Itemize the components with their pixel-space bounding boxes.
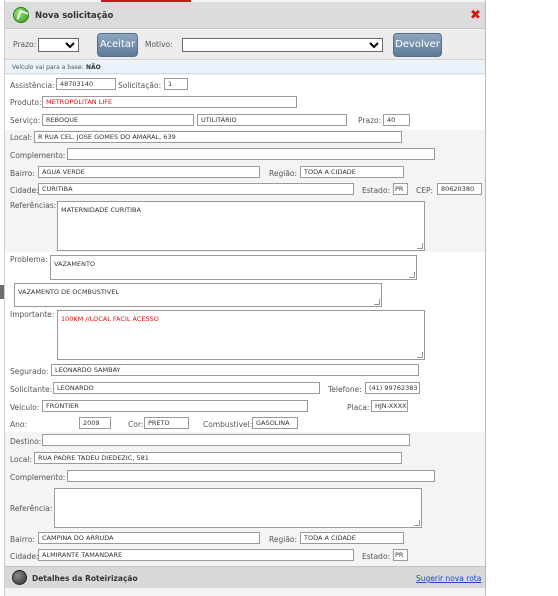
solicitacao-label: Solicitação: [118,81,162,90]
combustivel-field[interactable]: GASOLINA [252,417,298,429]
ano-label: Ano: [10,420,27,429]
toolbar: Prazo: Aceitar Motivo: Devolver [5,30,485,60]
solicitante-label: Solicitante: [10,385,53,394]
destino-referencia-label: Referência: [10,504,53,513]
destino-estado-label: Estado: [362,552,391,561]
regiao-label: Região: [269,169,298,178]
referencias-textarea[interactable]: MATERNIDADE CURITIBA [57,201,425,251]
prazo-select[interactable] [38,38,79,52]
destino-field[interactable] [42,434,410,446]
prazo-field-label: Prazo: [358,116,382,125]
segurado-field[interactable]: LEONARDO SAMBAY [51,364,419,376]
destino-complemento-field[interactable] [67,470,435,482]
globe-icon [13,7,29,23]
destino-referencia-textarea[interactable] [54,488,422,528]
destino-estado-field[interactable]: PR [393,549,408,561]
complemento-field[interactable] [67,148,435,160]
produto-label: Produto: [10,98,42,107]
destino-bairro-label: Bairro: [10,535,35,544]
globe-icon [12,570,27,585]
placa-label: Placa: [347,403,370,412]
routing-details-header: Detalhes da Roteirização Sugerir nova ro… [5,566,485,588]
routing-details-title: Detalhes da Roteirização [32,574,138,583]
bairro-label: Bairro: [10,169,35,178]
estado-field[interactable]: PR [393,183,408,195]
dialog-titlebar: Nova solicitação ✖ [5,2,485,29]
destino-regiao-field[interactable]: TODA A CIDADE [300,532,404,544]
cidade-label: Cidade: [10,186,39,195]
cep-field[interactable]: 80620380 [437,183,482,195]
combustivel-label: Combustível: [203,420,253,429]
destino-local-field[interactable]: RUA PADRE TADEU DIEDEZIC, 581 [34,452,402,464]
motivo-select[interactable] [182,38,383,52]
motivo-label: Motivo: [145,40,173,49]
referencias-label: Referências: [10,201,57,210]
problema-label: Problema: [10,255,48,264]
vehicle-base-value: NÃO [86,64,101,71]
cep-label: CEP: [416,186,434,195]
accept-button[interactable]: Aceitar [97,33,138,57]
problema-textarea[interactable]: VAZAMENTO [50,255,417,280]
return-button[interactable]: Devolver [393,33,442,57]
servico-label: Serviço: [10,116,41,125]
assistencia-label: Assistência: [10,81,55,90]
destino-cidade-field[interactable]: ALMIRANTE TAMANDARE [38,549,354,561]
destino-label: Destino: [10,437,42,446]
veiculo-field[interactable]: FRONTIER [42,400,308,412]
bairro-field[interactable]: AGUA VERDE [38,166,260,178]
telefone-label: Telefone: [328,385,362,394]
importante-textarea[interactable]: 100KM //LOCAL FACIL ACESSO [57,310,425,360]
problema-detail-textarea[interactable]: VAZAMENTO DE OCMBUSTIVEL [14,283,382,307]
solicitacao-field[interactable]: 1 [164,78,188,90]
estado-label: Estado: [362,186,391,195]
destino-regiao-label: Região: [269,535,298,544]
telefone-field[interactable]: (41) 99762383 [365,382,420,394]
destino-bairro-field[interactable]: CAMPINA DO ARRUDA [38,532,260,544]
local-field[interactable]: R RUA CEL. JOSE GOMES DO AMARAL, 639 [34,131,402,143]
complemento-label: Complemento: [10,151,66,160]
vehicle-base-label: Veículo vai para a base: [12,64,84,71]
importante-label: Importante: [10,310,55,319]
close-icon[interactable]: ✖ [470,9,481,22]
placa-field[interactable]: HJN-XXXX [371,400,408,412]
assistencia-field[interactable]: 48703140 [56,78,116,90]
dialog-title: Nova solicitação [35,11,114,21]
local-label: Local: [10,133,32,142]
produto-field[interactable]: METROPOLITAN LIFE [42,96,297,108]
cor-label: Cor: [128,420,144,429]
new-request-dialog: Nova solicitação ✖ Prazo: Aceitar Motivo… [4,0,486,596]
segurado-label: Segurado: [10,367,49,376]
page-background: Nova solicitação ✖ Prazo: Aceitar Motivo… [0,0,558,596]
veiculo-label: Veículo: [10,403,40,412]
suggest-route-link[interactable]: Sugerir nova rota [416,574,481,583]
destino-local-label: Local: [10,455,32,464]
prazo-field[interactable]: 40 [383,114,410,126]
ano-field[interactable]: 2009 [79,417,111,429]
cidade-field[interactable]: CURITIBA [38,183,354,195]
prazo-label: Prazo: [13,40,37,49]
solicitante-field[interactable]: LEONARDO [53,382,320,394]
servico-field[interactable]: REBOQUE [42,114,194,126]
servico-type-field[interactable]: UTILITÁRIO [197,114,347,126]
regiao-field[interactable]: TODA A CIDADE [300,166,404,178]
destino-complemento-label: Complemento: [10,473,66,482]
info-bar: Veículo vai para a base: NÃO [5,61,485,74]
cor-field[interactable]: PRETO [144,417,189,429]
destino-cidade-label: Cidade: [10,552,39,561]
